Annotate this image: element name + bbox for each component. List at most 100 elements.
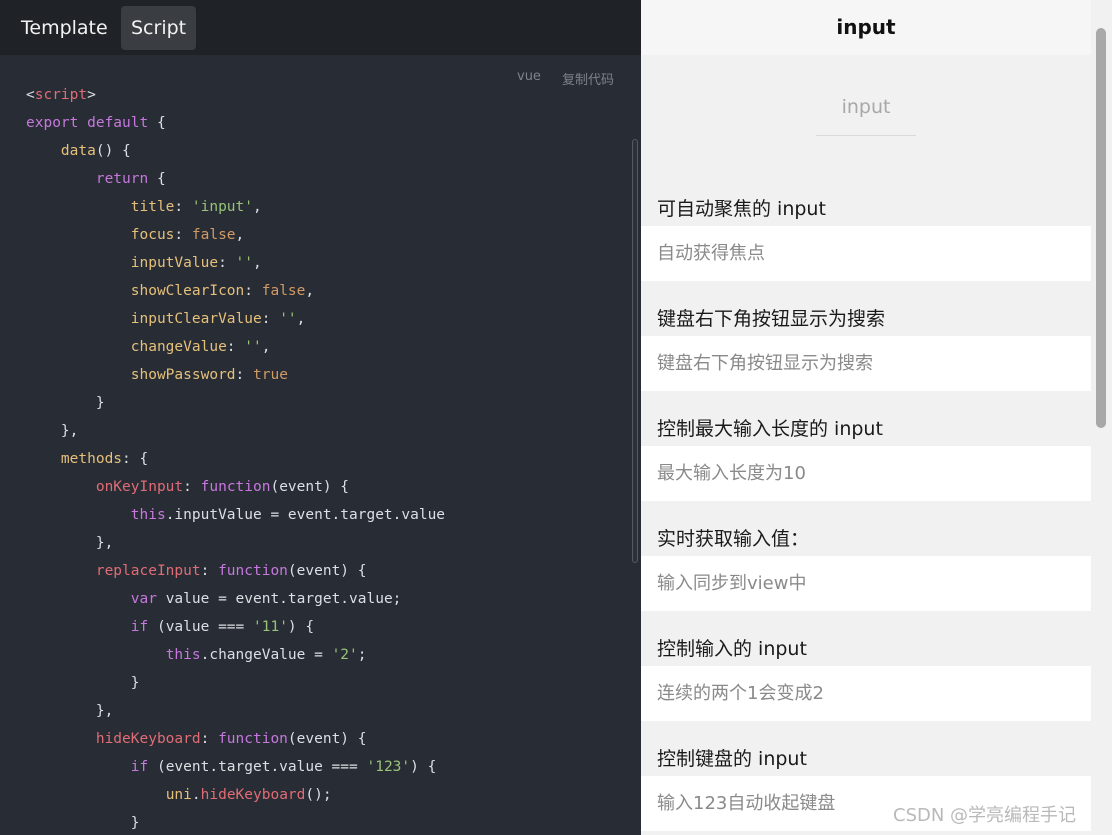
code-token: : bbox=[261, 311, 280, 327]
code-token: function bbox=[218, 563, 288, 579]
code-token: false bbox=[261, 283, 306, 299]
code-token: , bbox=[235, 227, 245, 243]
code-line: showClearIcon: false, bbox=[26, 277, 445, 305]
code-line: methods: { bbox=[26, 445, 445, 473]
code-token: { bbox=[148, 115, 166, 131]
code-token: replaceInput bbox=[95, 563, 201, 579]
code-token: } bbox=[26, 395, 105, 411]
page-title: input bbox=[641, 0, 1091, 55]
code-block: vue 复制代码 <script> export default { data()… bbox=[0, 55, 641, 835]
code-token: , bbox=[305, 283, 315, 299]
code-line: } bbox=[26, 389, 445, 417]
input-placeholder: 输入123自动收起键盘 bbox=[657, 793, 836, 814]
code-token: focus bbox=[130, 227, 175, 243]
code-line: if (event.target.value === '123') { bbox=[26, 753, 445, 781]
code-token: }, bbox=[26, 703, 114, 719]
code-panel: Template Script vue 复制代码 <script> export … bbox=[0, 0, 641, 835]
input-placeholder: 键盘右下角按钮显示为搜索 bbox=[657, 353, 873, 374]
preview-panel: input input 可自动聚焦的 input 自动获得焦点 键盘右下角按钮显… bbox=[641, 0, 1112, 835]
code-token: '' bbox=[235, 255, 254, 271]
section-title: 实时获取输入值： bbox=[657, 528, 810, 550]
input-placeholder: 最大输入长度为10 bbox=[657, 463, 806, 484]
code-line: return { bbox=[26, 165, 445, 193]
code-line: hideKeyboard: function(event) { bbox=[26, 725, 445, 753]
code-token: hideKeyboard bbox=[200, 787, 306, 803]
watermark: CSDN @学亮编程手记 bbox=[893, 805, 1077, 826]
code-token: }, bbox=[26, 535, 114, 551]
controlled-input[interactable]: 连续的两个1会变成2 bbox=[641, 666, 1091, 721]
realtime-input[interactable]: 输入同步到view中 bbox=[641, 556, 1091, 611]
code-token: '11' bbox=[253, 619, 288, 635]
code-token: uni bbox=[165, 787, 192, 803]
code-token: : bbox=[200, 563, 219, 579]
code-token: , bbox=[253, 255, 262, 271]
code-scrollbar[interactable] bbox=[632, 139, 638, 563]
autofocus-input[interactable]: 自动获得焦点 bbox=[641, 226, 1091, 281]
tab-script[interactable]: Script bbox=[121, 6, 197, 50]
code-token: this bbox=[165, 647, 201, 663]
code-line: showPassword: true bbox=[26, 361, 445, 389]
code-token: methods bbox=[60, 451, 123, 467]
code-token: , bbox=[296, 311, 306, 327]
section-title: 可自动聚焦的 input bbox=[657, 198, 826, 220]
preview-scrollbar-thumb[interactable] bbox=[1096, 28, 1106, 428]
code-token: function bbox=[200, 479, 271, 495]
code-token: '' bbox=[279, 311, 297, 327]
code-line: data() { bbox=[26, 137, 445, 165]
code-token: ) { bbox=[287, 619, 315, 635]
search-input[interactable]: 键盘右下角按钮显示为搜索 bbox=[641, 336, 1091, 391]
tab-template[interactable]: Template bbox=[11, 6, 118, 50]
code-token: inputValue bbox=[130, 255, 219, 271]
code-language-label: vue bbox=[517, 69, 541, 84]
code-line: focus: false, bbox=[26, 221, 445, 249]
code-line: this.inputValue = event.target.value bbox=[26, 501, 445, 529]
code-line: replaceInput: function(event) { bbox=[26, 557, 445, 585]
code-line: var value = event.target.value; bbox=[26, 585, 445, 613]
code-token: ; bbox=[357, 647, 367, 663]
code-token: (event) { bbox=[270, 479, 350, 495]
maxlength-input[interactable]: 最大输入长度为10 bbox=[641, 446, 1091, 501]
code-token: : { bbox=[122, 451, 149, 467]
code-line: changeValue: '', bbox=[26, 333, 445, 361]
code-token: title bbox=[130, 199, 175, 215]
code-token: : bbox=[174, 227, 192, 243]
code-line: this.changeValue = '2'; bbox=[26, 641, 445, 669]
code-line: }, bbox=[26, 697, 445, 725]
code-token: if bbox=[130, 759, 149, 775]
code-token: . bbox=[191, 787, 201, 803]
code-line: }, bbox=[26, 529, 445, 557]
code-token: '123' bbox=[366, 759, 411, 775]
code-token: (value === bbox=[148, 619, 253, 635]
code-token: 'input' bbox=[191, 199, 253, 215]
code-token: changeValue bbox=[130, 339, 227, 355]
code-token: , bbox=[253, 199, 262, 215]
code-line: export default { bbox=[26, 109, 445, 137]
code-token: hideKeyboard bbox=[95, 731, 201, 747]
code-token: : bbox=[226, 339, 245, 355]
demo-input[interactable]: input bbox=[816, 84, 916, 136]
code-token: this bbox=[130, 507, 166, 523]
code-token: function bbox=[218, 731, 288, 747]
code-line: uni.hideKeyboard(); bbox=[26, 781, 445, 809]
code-token: (); bbox=[305, 787, 332, 803]
code-lines: <script> export default { data() { return… bbox=[26, 81, 445, 835]
code-token: export default bbox=[26, 115, 149, 131]
tab-bar: Template Script bbox=[0, 0, 641, 55]
code-line: } bbox=[26, 669, 445, 697]
code-token: : bbox=[200, 731, 219, 747]
code-token: script bbox=[34, 87, 88, 103]
copy-code-button[interactable]: 复制代码 bbox=[562, 69, 614, 88]
code-token: : bbox=[174, 199, 192, 215]
code-token: , bbox=[261, 339, 271, 355]
code-token: (event) { bbox=[287, 563, 367, 579]
